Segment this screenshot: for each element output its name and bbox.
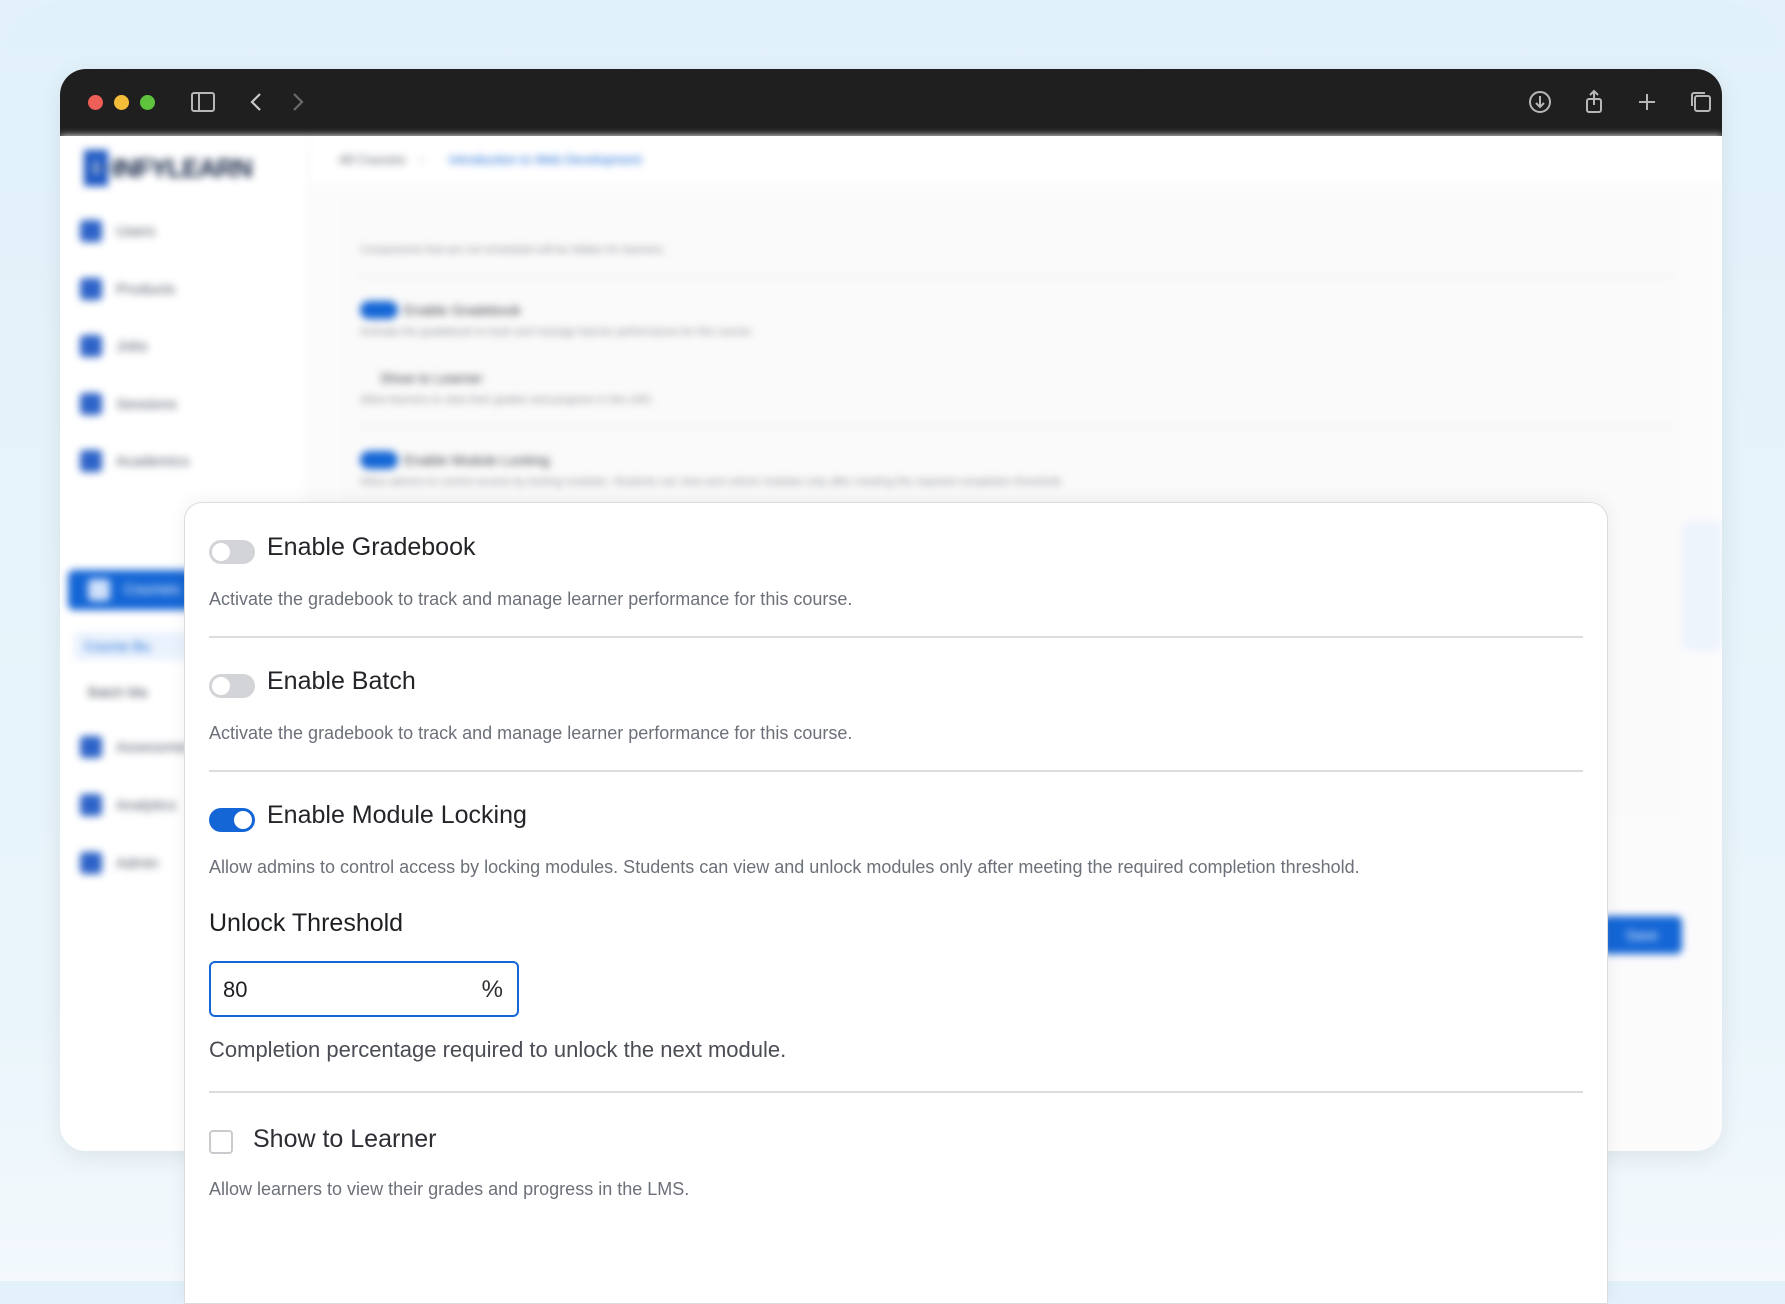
bg-row-title: Show to Learner [380, 370, 483, 386]
assessment-icon [80, 736, 102, 758]
percent-unit: % [481, 976, 503, 1003]
download-icon[interactable] [1525, 87, 1555, 117]
courses-icon [88, 579, 110, 601]
batch-toggle[interactable] [209, 674, 255, 698]
module-locking-toggle[interactable] [209, 808, 255, 832]
batch-title: Enable Batch [267, 667, 416, 695]
new-tab-plus-icon[interactable] [1632, 87, 1662, 117]
sidebar-item-sessions[interactable]: Sessions [80, 393, 177, 415]
bg-row-title: Enable Gradebook [404, 302, 521, 318]
batch-description: Activate the gradebook to track and mana… [209, 723, 853, 743]
unlock-threshold-input[interactable] [221, 971, 455, 1009]
close-window-button[interactable] [88, 95, 103, 110]
save-button[interactable]: Save [1602, 916, 1682, 954]
gradebook-title: Enable Gradebook [267, 533, 476, 561]
show-to-learner-checkbox[interactable] [209, 1130, 233, 1154]
feedback-tab[interactable] [1682, 521, 1722, 651]
products-icon [80, 278, 102, 300]
divider [360, 276, 1672, 277]
browser-titlebar [60, 69, 1722, 136]
bg-row-desc: Allow learners to view their grades and … [360, 394, 654, 406]
unlock-threshold-field: % [209, 961, 519, 1017]
sessions-icon [80, 393, 102, 415]
module-locking-description: Allow admins to control access by lockin… [209, 857, 1360, 877]
tab-overview-icon[interactable] [1686, 87, 1716, 117]
divider [209, 1091, 1583, 1093]
module-locking-setting: Enable Module Locking Allow admins to co… [209, 801, 1583, 1101]
sidebar-subitem-batch-management[interactable]: Batch Ma [88, 684, 147, 700]
show-to-learner-setting: Show to Learner Allow learners to view t… [209, 1125, 1583, 1245]
forward-arrow-icon[interactable] [282, 87, 312, 117]
gradebook-toggle[interactable] [209, 540, 255, 564]
logo-tagline: Accelerating Potential [90, 164, 168, 173]
zoom-window-button[interactable] [140, 95, 155, 110]
sidebar-item-products[interactable]: Products [80, 278, 175, 300]
minimize-window-button[interactable] [114, 95, 129, 110]
bg-module-locking-toggle[interactable] [360, 451, 398, 469]
breadcrumb-root[interactable]: All Courses [339, 152, 405, 167]
sidebar-item-jobs[interactable]: Jobs [80, 335, 148, 357]
sidebar-item-assessment[interactable]: Assessment [80, 736, 198, 758]
divider [360, 426, 1672, 427]
jobs-icon [80, 335, 102, 357]
sidebar-item-admin[interactable]: Admin [80, 852, 159, 874]
bg-row-desc: Components that are not scheduled will b… [360, 244, 666, 256]
gradebook-setting: Enable Gradebook Activate the gradebook … [209, 533, 1583, 643]
breadcrumb-separator-icon: › [419, 152, 424, 167]
show-to-learner-description: Allow learners to view their grades and … [209, 1179, 690, 1199]
users-icon [80, 220, 102, 242]
divider [209, 770, 1583, 772]
sidebar-item-academics[interactable]: Academics [80, 450, 189, 472]
sidebar-toggle-icon[interactable] [188, 87, 218, 117]
academics-icon [80, 450, 102, 472]
unlock-threshold-helper: Completion percentage required to unlock… [209, 1037, 787, 1062]
sidebar-item-users[interactable]: Users [80, 220, 155, 242]
share-icon[interactable] [1579, 87, 1609, 117]
course-settings-panel: Enable Gradebook Activate the gradebook … [184, 502, 1608, 1304]
bg-row-title: Enable Module Locking [404, 452, 550, 468]
sidebar-item-analytics[interactable]: Analytics [80, 794, 176, 816]
bg-gradebook-toggle[interactable] [360, 301, 398, 319]
gradebook-description: Activate the gradebook to track and mana… [209, 589, 853, 609]
breadcrumb-current: Introduction to Web Development [449, 152, 642, 167]
show-to-learner-title: Show to Learner [253, 1125, 437, 1153]
admin-icon [80, 852, 102, 874]
unlock-threshold-label: Unlock Threshold [209, 909, 404, 937]
batch-setting: Enable Batch Activate the gradebook to t… [209, 667, 1583, 777]
module-locking-title: Enable Module Locking [267, 801, 527, 829]
bg-row-desc: Allow admins to control access by lockin… [360, 476, 1064, 488]
bg-row-desc: Activate the gradebook to track and mana… [360, 326, 754, 338]
back-arrow-icon[interactable] [242, 87, 272, 117]
divider [209, 636, 1583, 638]
top-bar: All Courses › Introduction to Web Develo… [309, 136, 1722, 187]
analytics-icon [80, 794, 102, 816]
